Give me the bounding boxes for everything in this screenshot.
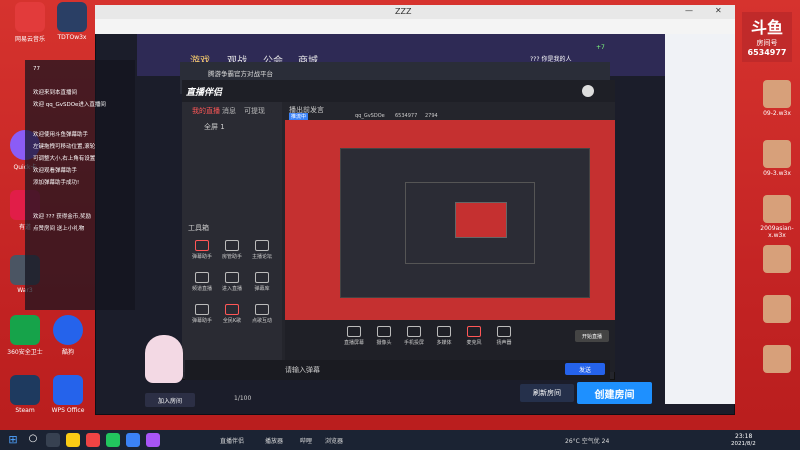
taskbar-app-4[interactable]: 浏览器 xyxy=(325,436,343,445)
fans-count: 2794 xyxy=(425,113,438,119)
desktop-file-5[interactable] xyxy=(757,295,797,325)
tool-forum[interactable]: 主播论坛 xyxy=(248,240,276,260)
tool-channel[interactable]: 频道直播 xyxy=(188,272,216,292)
chat-header: 77 xyxy=(33,66,40,72)
browser-toolbar xyxy=(95,19,735,34)
camera-button[interactable]: 摄像头 xyxy=(370,326,398,346)
chat-line: 点赞房间 送上小礼物 xyxy=(33,226,85,232)
stream-user: qq_GvSDOe xyxy=(355,113,385,119)
taskbar-app-3[interactable]: 哔哩 xyxy=(300,436,312,445)
tool-danmu-2[interactable]: 弹幕助手 xyxy=(188,304,216,324)
live-status: 推流中 xyxy=(289,113,309,120)
room-badge-number: 6534977 xyxy=(747,48,787,57)
mascot-image xyxy=(145,335,183,383)
streaming-app-header: 直播伴侣 xyxy=(182,80,615,102)
app-icon[interactable] xyxy=(146,433,160,447)
desktop-icon-steam[interactable]: Steam xyxy=(5,375,45,414)
chat-line: 欢迎使用斗鱼弹幕助手 xyxy=(33,132,89,138)
chat-line: 添加弹幕助手成功! xyxy=(33,180,80,186)
chat-line: 欢迎观看弹幕助手 xyxy=(33,168,78,174)
desktop-file-3[interactable]: 2009asian-x.w3x xyxy=(757,195,797,239)
room-badge-logo: 斗鱼 xyxy=(750,18,783,37)
taskbar xyxy=(0,430,800,450)
avatar[interactable] xyxy=(582,85,594,97)
desktop-icon-360[interactable]: 360安全卫士 xyxy=(5,315,45,356)
tool-ksong[interactable]: 全民K歌 xyxy=(218,304,246,324)
taskview-icon[interactable] xyxy=(46,433,60,447)
search-icon[interactable]: ○ xyxy=(26,433,40,447)
chat-line: 左键拖拽可移动位置,滚轮 xyxy=(33,144,96,150)
desktop-icon-wps[interactable]: WPS Office xyxy=(48,375,88,414)
explorer-icon[interactable] xyxy=(66,433,80,447)
chat-line: 欢迎来到本直播间 xyxy=(33,90,78,96)
page-indicator: 1/100 xyxy=(234,395,252,402)
tab-withdraw[interactable]: 可提现 xyxy=(244,106,265,116)
room-badge-title: 房间号 xyxy=(756,39,778,47)
clock-date[interactable]: 2021/8/2 xyxy=(731,441,756,447)
chat-input-bar: 请输入弹幕 发送 xyxy=(185,360,610,380)
app-brand: 直播伴侣 xyxy=(186,88,223,98)
chat-line: 欢迎 qq_GvSDOe进入直播间 xyxy=(33,102,106,108)
tab-my-live[interactable]: 我的直播 xyxy=(192,106,220,116)
desktop-file-6[interactable] xyxy=(757,345,797,375)
tab-messages[interactable]: 消息 xyxy=(222,106,236,116)
tool-song[interactable]: 点歌互动 xyxy=(248,304,276,324)
join-room-button[interactable]: 加入房间 xyxy=(145,393,195,407)
tool-admin[interactable]: 房管助手 xyxy=(218,240,246,260)
start-menu-icon[interactable]: ⊞ xyxy=(6,433,20,447)
scene-name[interactable]: 全屏 1 xyxy=(204,122,225,132)
left-panel: 我的直播 消息 可提现 全屏 1 工具箱 弹幕助手 房管助手 主播论坛 频道直播… xyxy=(182,102,282,372)
coin-count: +7 xyxy=(596,44,605,51)
desktop-icon-tdto[interactable]: TDTOw3x xyxy=(52,2,92,41)
browser-titlebar: ZZZ — ✕ xyxy=(95,5,735,19)
stream-info-bar: 播出前发言 推流中 qq_GvSDOe 6534977 2794 xyxy=(285,102,615,120)
screen-source-button[interactable]: 直播屏幕 xyxy=(340,326,368,346)
chat-input[interactable]: 请输入弹幕 xyxy=(285,365,320,375)
refresh-room-button[interactable]: 刷新房间 xyxy=(520,384,574,402)
phone-button[interactable]: 手机投屏 xyxy=(400,326,428,346)
create-room-button[interactable]: 创建房间 xyxy=(577,382,652,404)
room-badge: 斗鱼 房间号 6534977 xyxy=(742,12,792,62)
clock-time[interactable]: 23:18 xyxy=(735,433,752,440)
desktop-file-4[interactable] xyxy=(757,245,797,275)
browser-title: ZZZ xyxy=(395,7,412,16)
taskbar-app-2[interactable]: 播放器 xyxy=(265,436,283,445)
tool-danmu[interactable]: 弹幕助手 xyxy=(188,240,216,260)
close-button[interactable]: ✕ xyxy=(715,6,722,15)
danmu-chat-overlay: 77 欢迎来到本直播间 欢迎 qq_GvSDOe进入直播间 欢迎使用斗鱼弹幕助手… xyxy=(25,60,135,310)
platform-title: 腾游争霸官方对战平台 xyxy=(208,70,273,78)
nested-screen-3 xyxy=(455,202,507,238)
mic-button[interactable]: 麦克风 xyxy=(460,326,488,346)
app-icon[interactable] xyxy=(86,433,100,447)
desktop-file-1[interactable]: 09-2.w3x xyxy=(757,80,797,117)
chat-line: 欢迎 ??? 获得金币,奖励 xyxy=(33,214,92,220)
start-stream-button[interactable]: 开始直播 xyxy=(575,330,609,342)
chat-line: 可调整大小,右上角有设置 xyxy=(33,156,96,162)
desktop-icon-netease-music[interactable]: 网易云音乐 xyxy=(10,2,50,43)
tool-enter[interactable]: 进入直播 xyxy=(218,272,246,292)
media-button[interactable]: 多媒体 xyxy=(430,326,458,346)
stream-id: 6534977 xyxy=(395,113,418,119)
send-button[interactable]: 发送 xyxy=(565,363,605,375)
desktop-file-2[interactable]: 09-3.w3x xyxy=(757,140,797,177)
minimize-button[interactable]: — xyxy=(685,6,693,15)
desktop-icon-kugou[interactable]: 酷狗 xyxy=(48,315,88,356)
weather-text[interactable]: 26°C 空气优 24 xyxy=(565,436,609,445)
app-icon[interactable] xyxy=(126,433,140,447)
toolbox-title: 工具箱 xyxy=(188,224,209,232)
speaker-button[interactable]: 扬声器 xyxy=(490,326,518,346)
browser-side-panel xyxy=(665,34,735,404)
app-icon[interactable] xyxy=(106,433,120,447)
tool-library[interactable]: 弹幕库 xyxy=(248,272,276,292)
taskbar-app-1[interactable]: 直播伴侣 xyxy=(220,436,244,445)
